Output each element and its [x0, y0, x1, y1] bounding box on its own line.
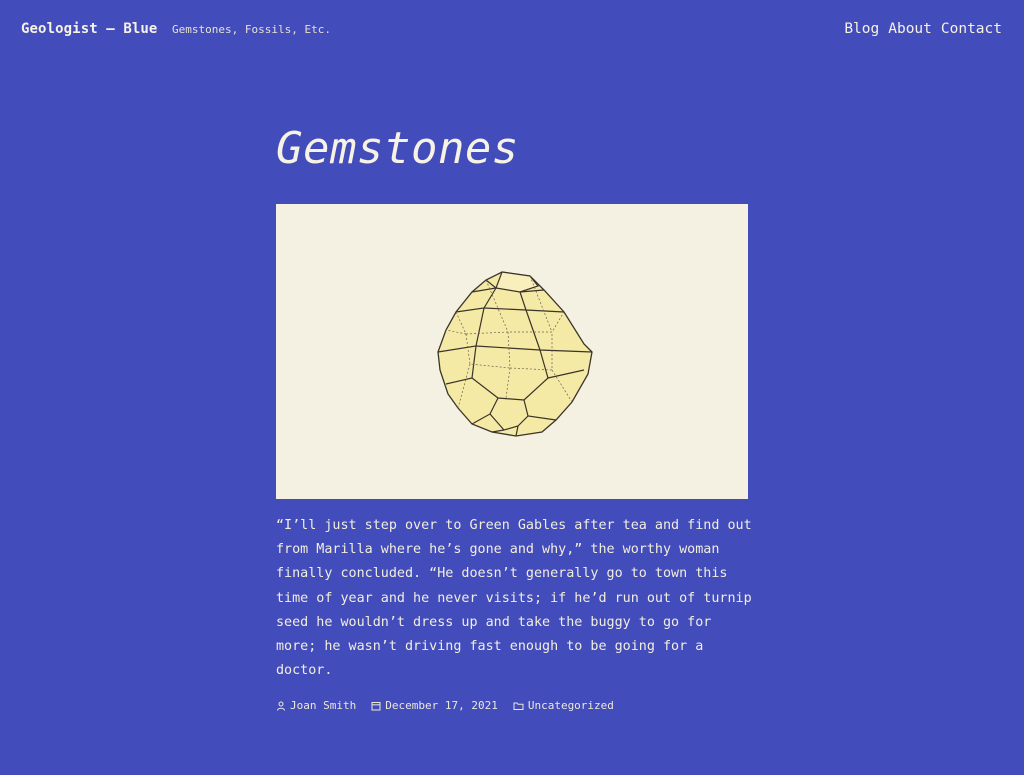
post-category-link[interactable]: Uncategorized [528, 699, 614, 712]
main-navigation: Blog About Contact [844, 21, 1002, 37]
post-meta: Joan Smith December 17, 2021 Uncategoriz… [276, 699, 629, 712]
post-author: Joan Smith [276, 699, 356, 712]
calendar-icon [371, 701, 381, 710]
person-icon [277, 701, 285, 711]
featured-image[interactable] [276, 204, 748, 499]
gemstone-illustration [437, 271, 593, 437]
post-date: December 17, 2021 [371, 699, 498, 712]
nav-link-about[interactable]: About [888, 21, 932, 37]
post-author-link[interactable]: Joan Smith [290, 699, 356, 712]
site-title-link[interactable]: Geologist – Blue [21, 21, 157, 37]
post-title: Gemstones [276, 123, 519, 174]
post-category: Uncategorized [513, 699, 614, 712]
post-excerpt: “I’ll just step over to Green Gables aft… [276, 518, 752, 679]
nav-link-contact[interactable]: Contact [941, 21, 1002, 37]
site-header: Geologist – Blue Gemstones, Fossils, Etc… [0, 0, 1024, 62]
site-tagline: Gemstones, Fossils, Etc. [172, 23, 331, 36]
post-date-link[interactable]: December 17, 2021 [385, 699, 498, 712]
gem-body [437, 271, 593, 437]
folder-icon [513, 702, 524, 710]
nav-link-blog[interactable]: Blog [844, 21, 879, 37]
